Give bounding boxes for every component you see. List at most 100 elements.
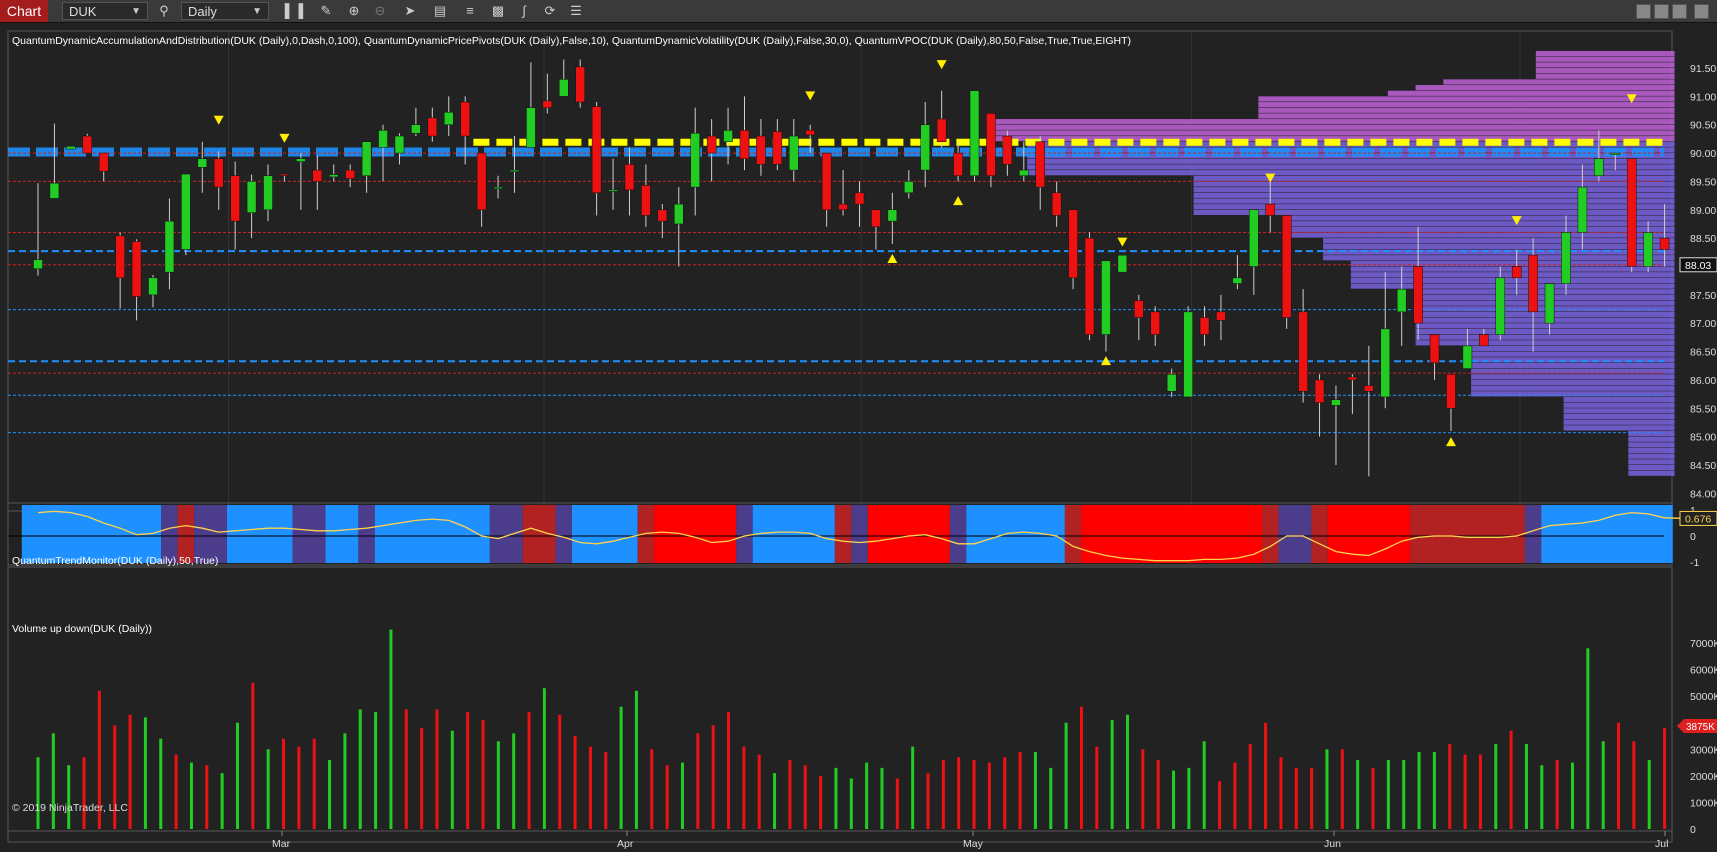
search-icon[interactable]: ⚲	[154, 2, 174, 20]
volume-profile-row	[1286, 226, 1675, 232]
candle-body	[115, 235, 125, 279]
volume-bar	[251, 682, 255, 829]
volume-profile-row	[1563, 396, 1675, 403]
volume-bar	[680, 762, 684, 829]
volume-profile-row	[1323, 255, 1675, 261]
x-tick-label: Apr	[617, 838, 634, 850]
volume-bar	[328, 759, 332, 829]
candle-body	[789, 135, 799, 171]
volume-profile-row	[1258, 113, 1675, 119]
trend-segment	[1327, 505, 1410, 563]
bar-chart-icon[interactable]: ▌▐	[284, 2, 304, 20]
candle-body	[1429, 334, 1440, 364]
volume-bar	[1663, 728, 1667, 829]
drawing-tools-icon[interactable]: ∫	[514, 2, 534, 20]
volume-bar	[1555, 759, 1559, 829]
zoom-in-icon[interactable]: ⊕	[344, 2, 364, 20]
list-icon[interactable]: ☰	[566, 2, 586, 20]
refresh-icon[interactable]: ⟳	[540, 2, 560, 20]
x-tick-label: Jun	[1324, 838, 1341, 850]
trend-segment	[1409, 505, 1525, 563]
volume-bar	[1463, 754, 1467, 829]
volume-bar	[1218, 781, 1222, 829]
restore-button[interactable]	[1672, 4, 1687, 19]
candle-body	[1331, 399, 1341, 406]
candle-body	[49, 182, 60, 199]
volume-bar	[1448, 743, 1452, 829]
volume-bar	[1617, 722, 1621, 829]
volume-bar	[312, 738, 316, 829]
volume-profile-row	[1628, 442, 1675, 448]
volume-profile-row	[1535, 51, 1675, 57]
volume-bar	[619, 706, 623, 829]
volume-profile-row	[1471, 374, 1675, 380]
tile-window-button[interactable]	[1636, 4, 1651, 19]
candle-body	[591, 106, 602, 194]
volume-profile-row	[1471, 385, 1675, 391]
volume-profile-row	[990, 119, 1675, 125]
volume-bar	[1586, 648, 1590, 829]
close-button[interactable]	[1694, 4, 1709, 19]
candle-body	[131, 241, 142, 297]
volume-bar	[941, 759, 945, 829]
data-box-icon[interactable]: ▤	[430, 2, 450, 20]
trend-segment	[489, 505, 523, 563]
candle-body	[887, 209, 898, 222]
candle-body	[66, 146, 76, 150]
candle-body	[641, 185, 651, 216]
volume-bar	[1187, 767, 1191, 829]
volume-bar	[496, 741, 500, 829]
candle-body	[148, 277, 158, 296]
candle-body	[723, 130, 733, 142]
price-tick-label: 89.00	[1690, 205, 1716, 217]
volume-bar	[1402, 759, 1406, 829]
chart-area: 91.5091.0090.5090.0089.5089.0088.5088.00…	[0, 23, 1717, 852]
volume-bar	[82, 757, 86, 829]
trend-tick-label: -1	[1690, 557, 1699, 569]
cursor-icon[interactable]: ➤	[400, 2, 420, 20]
maximize-button[interactable]	[1654, 4, 1669, 19]
volume-bar	[588, 746, 592, 829]
volume-bar	[987, 762, 991, 829]
strategy-icon[interactable]: ▩	[488, 2, 508, 20]
candle-body	[821, 152, 832, 211]
volume-tick-label: 2000K	[1690, 771, 1717, 783]
volume-profile-row	[1323, 238, 1675, 244]
volume-profile-row	[1027, 170, 1675, 176]
volume-bar	[1478, 754, 1482, 829]
candle-body	[164, 220, 175, 273]
volume-profile-row	[1628, 470, 1675, 476]
volume-profile-row	[1193, 192, 1675, 198]
candle-body	[1577, 186, 1588, 233]
properties-icon[interactable]: ≡	[460, 2, 480, 20]
candle-body	[1051, 192, 1062, 216]
candle-body	[213, 158, 224, 188]
volume-bar	[1033, 751, 1037, 829]
volume-profile-row	[1258, 96, 1675, 102]
pencil-icon[interactable]: ✎	[316, 2, 336, 20]
trend-segment	[226, 505, 293, 563]
zoom-out-icon[interactable]: ⊖	[370, 2, 390, 20]
volume-profile-row	[990, 124, 1675, 130]
candle-body	[1643, 232, 1653, 267]
volume-bar	[358, 709, 362, 829]
candle-body	[1019, 169, 1029, 177]
candle-body	[1232, 277, 1243, 284]
candle-body	[263, 175, 273, 211]
volume-profile-row	[1027, 164, 1675, 170]
candle-body	[98, 152, 109, 172]
volume-profile-row	[1535, 73, 1675, 79]
candle-body	[427, 117, 438, 137]
symbol-selector[interactable]: DUK ▼	[62, 2, 148, 20]
volume-profile-row	[1258, 107, 1675, 113]
volume-bar	[1018, 751, 1022, 829]
volume-bar	[604, 751, 608, 829]
price-tick-label: 84.50	[1690, 460, 1716, 472]
volume-tick-label: 7000K	[1690, 638, 1717, 650]
interval-selector[interactable]: Daily ▼	[181, 2, 269, 20]
price-tick-label: 85.00	[1690, 432, 1716, 444]
chart-tab[interactable]: Chart	[0, 0, 48, 22]
volume-profile-row	[1628, 453, 1675, 459]
volume-bar	[450, 730, 454, 829]
volume-bar	[819, 775, 823, 829]
